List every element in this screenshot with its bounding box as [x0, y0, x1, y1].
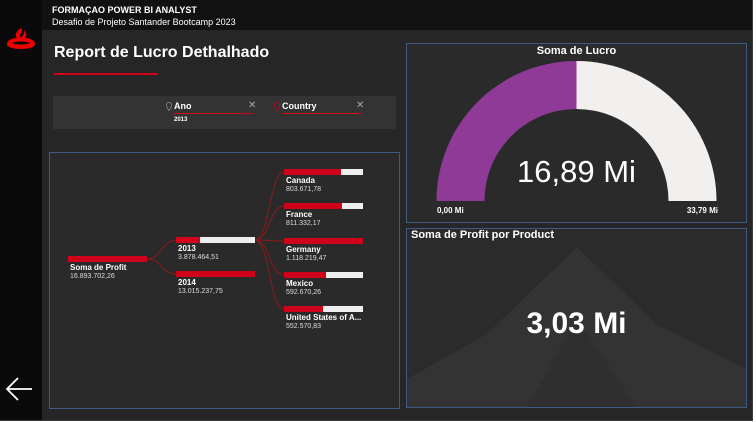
page-title: Report de Lucro Dethalhado: [54, 44, 270, 61]
header-title: FORMAÇAO POWER BI ANALYST: [52, 5, 197, 15]
slicer-country-label: Country: [282, 101, 317, 111]
tree-country-1-label: France: [286, 210, 313, 219]
tree-year-2013-value: 3.878.464,51: [178, 254, 219, 261]
tree-country-0-label: Canada: [286, 176, 315, 185]
tree-connector-lines: [146, 171, 285, 310]
tree-country-1-bar-track[interactable]: [284, 203, 363, 209]
tree-country-4-value: 552.570,83: [286, 323, 322, 330]
gauge-max-label: 33,79 Mi: [686, 206, 718, 215]
tree-link: [146, 258, 177, 275]
clear-filter-ano-icon[interactable]: ✕: [248, 100, 256, 111]
tree-country-2-bar[interactable]: [284, 238, 363, 244]
tree-year-2014-bar-track[interactable]: [176, 271, 255, 277]
tree-country-1-value: 811.332,17: [286, 220, 321, 227]
tree-country-4-bar-track[interactable]: [284, 306, 363, 312]
tree-year-2013-label: 2013: [178, 244, 196, 253]
slicer-ano[interactable]: Ano ✕ 2013: [166, 96, 256, 129]
tree-year-2014-value: 13.015.237,75: [178, 288, 223, 295]
tree-link: [254, 205, 285, 241]
report-header: FORMAÇAO POWER BI ANALYST Desafio de Pro…: [42, 0, 752, 30]
filter-panel: Ano ✕ 2013 Country ✕: [53, 96, 396, 129]
card-visual[interactable]: Soma de Profit por Product 3,03 Mi: [406, 228, 747, 408]
tree-country-1-bar[interactable]: [284, 203, 342, 209]
tree-root-value: 16.893.702,26: [70, 273, 115, 280]
card-title: Soma de Profit por Product: [411, 229, 555, 241]
gauge-min-label: 0,00 Mi: [437, 206, 464, 215]
tree-country-3-value: 592.670,26: [286, 289, 322, 296]
decomposition-tree-visual[interactable]: Soma de Profit 16.893.702,26 2013 3.878.464…: [49, 152, 400, 409]
tree-country-4-label: United States of A...: [286, 313, 362, 322]
santander-flame-logo-icon: [7, 28, 35, 49]
gauge-arc: [436, 61, 717, 201]
tree-country-0-bar[interactable]: [284, 169, 341, 175]
slicer-ano-label: Ano: [174, 101, 192, 111]
tree-country-4-bar[interactable]: [284, 306, 323, 312]
header-subtitle: Desafio de Projeto Santander Bootcamp 20…: [52, 17, 236, 27]
title-underline: [54, 73, 158, 75]
slicer-country-underline: [282, 113, 362, 114]
tree-country-2-label: Germany: [286, 245, 321, 254]
tree-link: [254, 239, 285, 276]
slicer-ano-underline: [174, 113, 254, 114]
tree-root-bar[interactable]: [68, 256, 147, 262]
tree-country-0-value: 803.671,78: [286, 186, 322, 193]
tree-link: [254, 171, 285, 241]
back-arrow-icon[interactable]: [4, 376, 34, 402]
slicer-ano-value: 2013: [174, 117, 188, 123]
clear-filter-country-icon[interactable]: ✕: [356, 100, 364, 111]
tree-year-2014-bar[interactable]: [176, 271, 255, 277]
location-pin-icon: [274, 102, 280, 111]
gauge-value: 16,89 Mi: [517, 154, 636, 189]
tree-link: [254, 239, 285, 310]
tree-link: [146, 239, 177, 260]
tree-country-0-bar-track[interactable]: [284, 169, 363, 175]
tree-year-2013-bar-track[interactable]: [176, 237, 255, 243]
left-navigation-bar: [0, 0, 42, 420]
tree-year-2013-bar[interactable]: [176, 237, 200, 243]
gauge-visual[interactable]: Soma de Lucro 16,89 Mi 0,00 Mi 33,79 Mi: [406, 43, 747, 223]
tree-country-3-label: Mexico: [286, 279, 314, 288]
tree-root-label: Soma de Profit: [70, 263, 127, 272]
tree-country-2-bar-track[interactable]: [284, 238, 363, 244]
tree-year-2014-label: 2014: [178, 278, 196, 287]
tree-root-bar-track[interactable]: [68, 256, 147, 262]
card-value: 3,03 Mi: [526, 307, 627, 340]
slicer-country[interactable]: Country ✕: [274, 96, 364, 129]
tree-country-3-bar[interactable]: [284, 272, 326, 278]
tree-country-3-bar-track[interactable]: [284, 272, 363, 278]
tree-country-2-value: 1.118.219,47: [286, 255, 327, 262]
report-canvas: FORMAÇAO POWER BI ANALYST Desafio de Pro…: [0, 0, 753, 421]
location-pin-icon: [166, 102, 172, 111]
